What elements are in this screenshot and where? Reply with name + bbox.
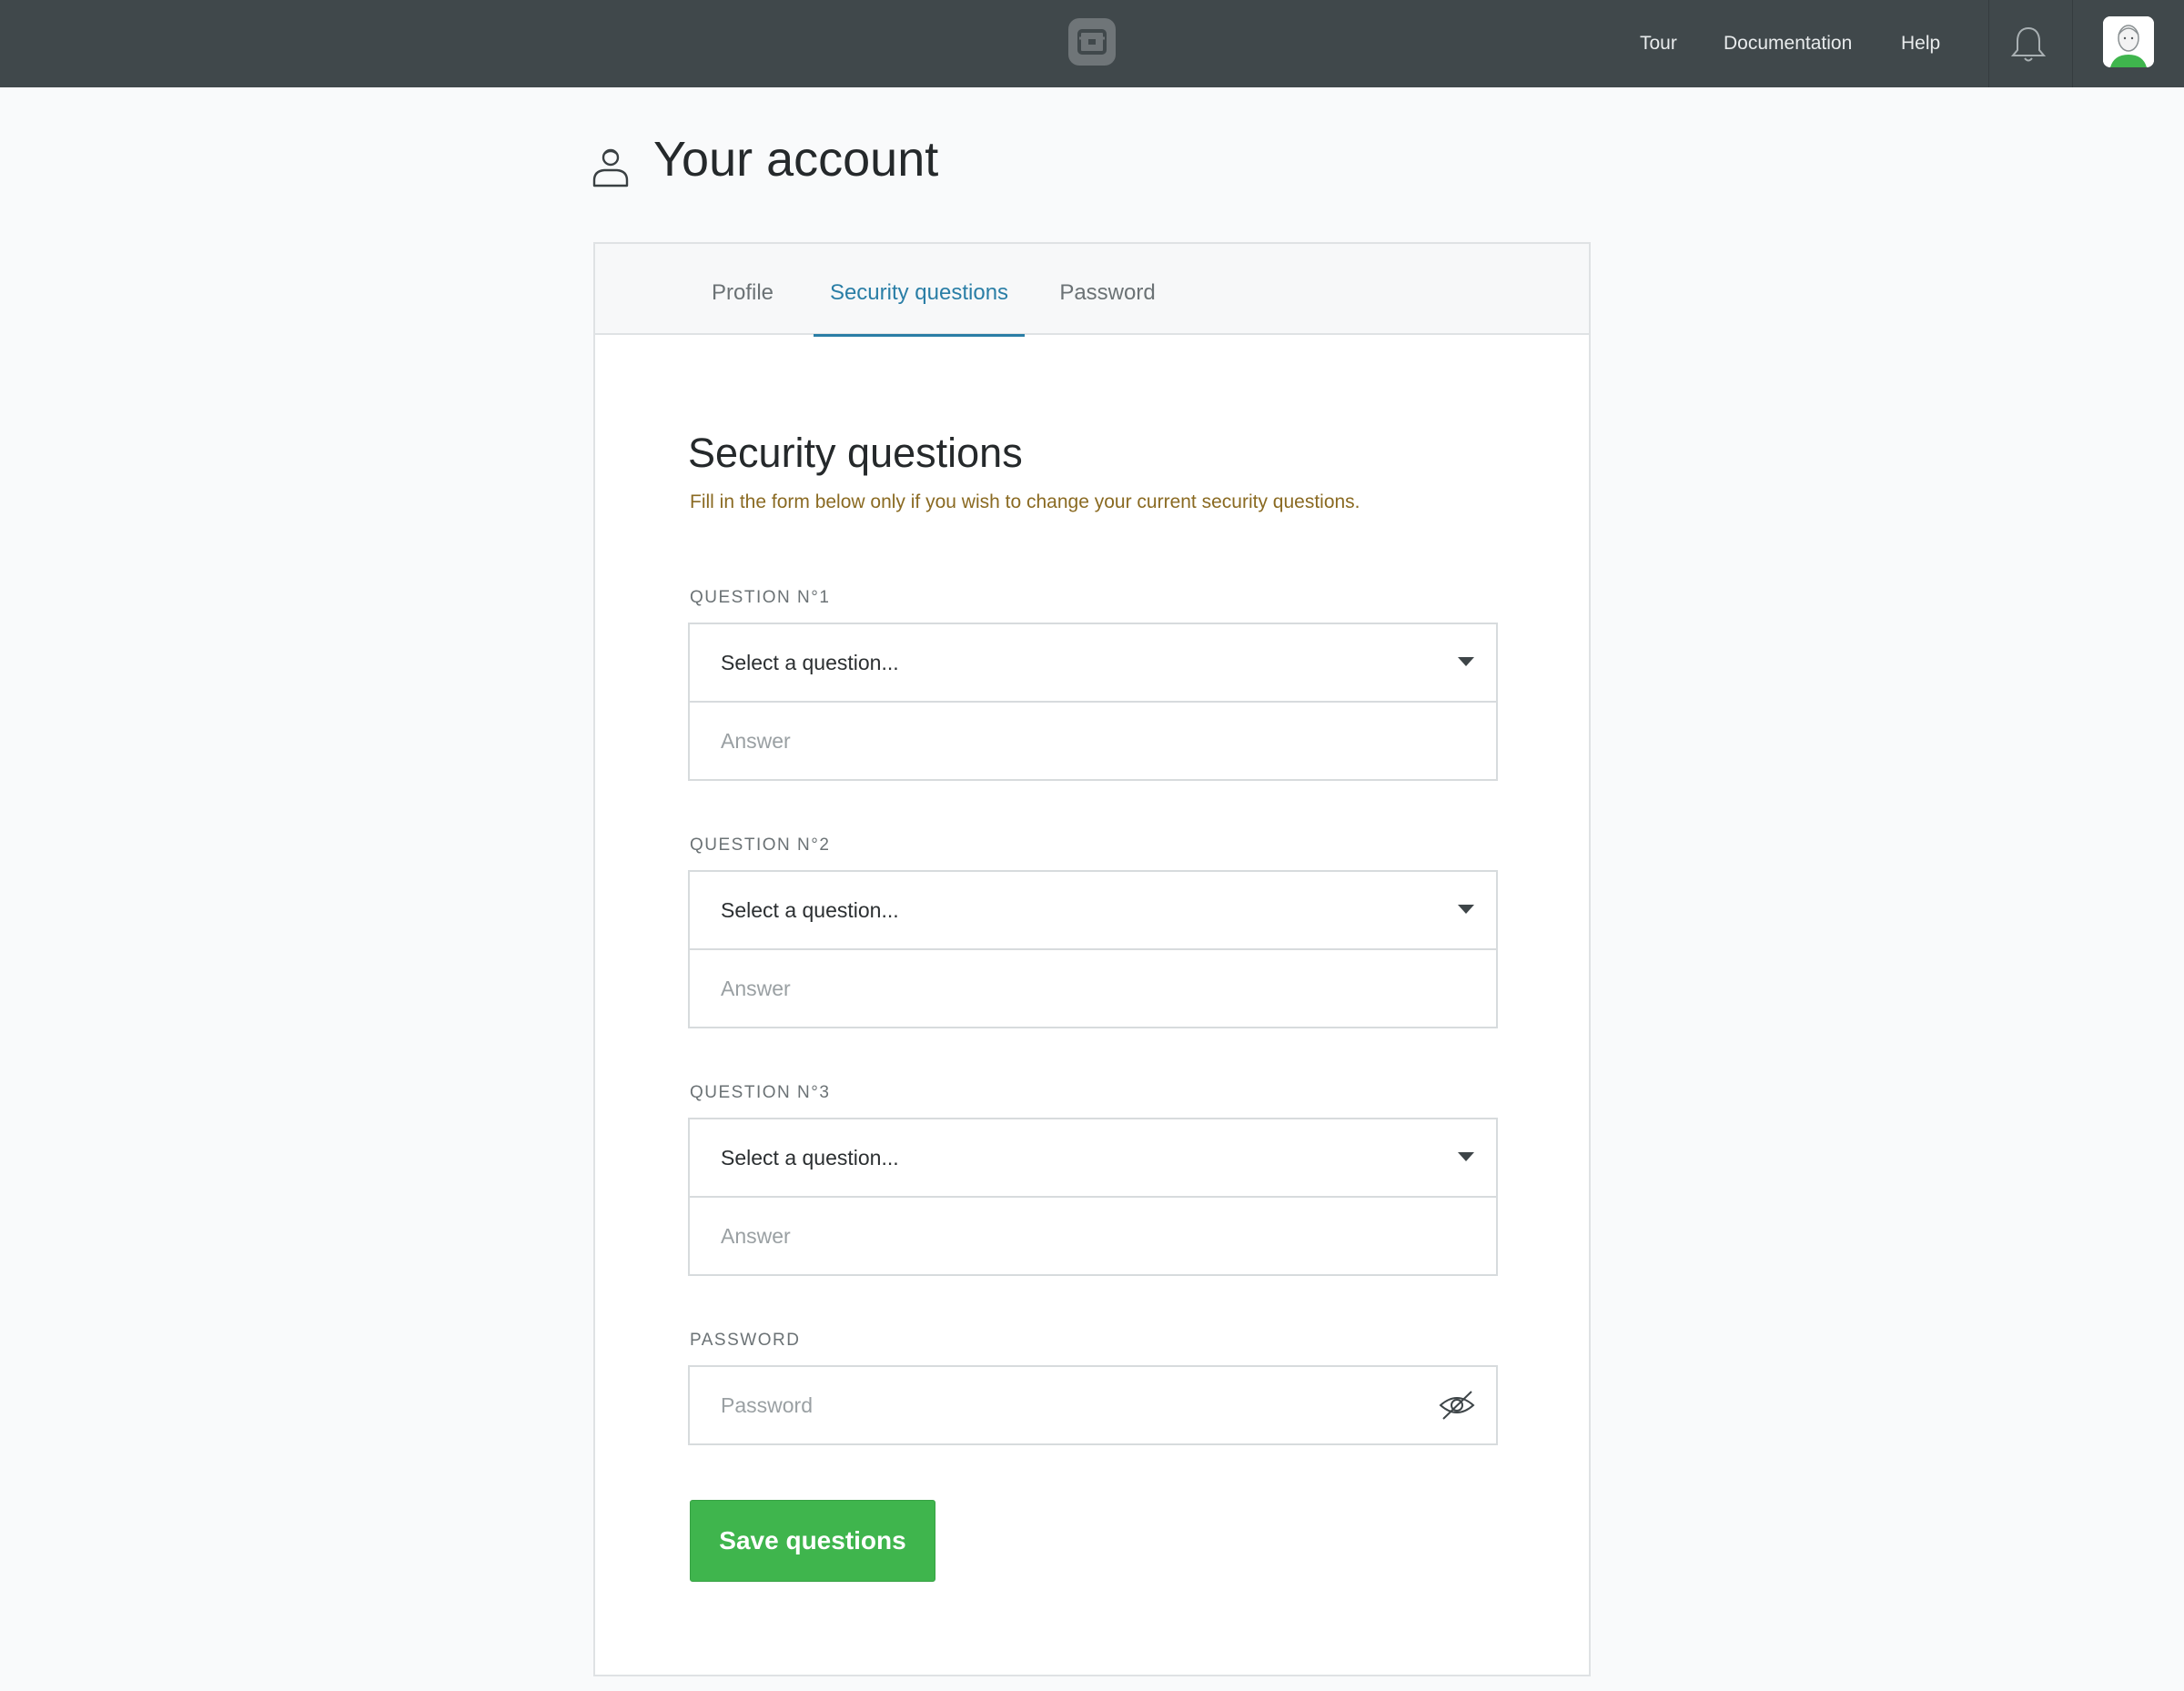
question-1-label: QUESTION N°1 (690, 588, 831, 607)
chevron-down-icon (1458, 657, 1474, 666)
question-1-select-value: Select a question... (721, 651, 899, 674)
password-input[interactable] (690, 1367, 1496, 1443)
chevron-down-icon (1458, 1152, 1474, 1161)
account-card: Profile Security questions Password Secu… (593, 242, 1591, 1676)
question-2-select[interactable]: Select a question... (688, 870, 1498, 950)
question-3-answer-input[interactable] (690, 1198, 1496, 1274)
question-1-select[interactable]: Select a question... (688, 623, 1498, 703)
nav-divider (2072, 0, 2073, 87)
password-field (688, 1365, 1498, 1445)
chevron-down-icon (1458, 905, 1474, 914)
question-2-label: QUESTION N°2 (690, 835, 831, 855)
section-subtitle: Fill in the form below only if you wish … (690, 491, 1360, 512)
question-2-answer-input[interactable] (690, 950, 1496, 1027)
nav-link-documentation[interactable]: Documentation (1724, 0, 1852, 87)
user-icon (592, 146, 630, 187)
save-questions-button[interactable]: Save questions (690, 1500, 935, 1582)
question-3-select-value: Select a question... (721, 1146, 899, 1170)
app-logo-icon[interactable] (1068, 18, 1116, 66)
nav-link-help[interactable]: Help (1901, 0, 1940, 87)
tab-security-questions[interactable]: Security questions (814, 244, 1025, 337)
password-label: PASSWORD (690, 1331, 801, 1350)
eye-slash-icon[interactable] (1438, 1389, 1476, 1422)
question-3-select[interactable]: Select a question... (688, 1118, 1498, 1198)
tab-bar: Profile Security questions Password (595, 244, 1589, 337)
bell-icon[interactable] (2007, 23, 2049, 65)
question-1-answer-input[interactable] (690, 703, 1496, 779)
section-title: Security questions (688, 430, 1023, 476)
question-2-answer-field (688, 948, 1498, 1028)
question-3-label: QUESTION N°3 (690, 1083, 831, 1102)
page-title: Your account (653, 132, 939, 187)
tab-profile[interactable]: Profile (703, 244, 783, 335)
avatar[interactable] (2103, 16, 2154, 67)
tab-password[interactable]: Password (1057, 244, 1158, 335)
nav-divider (1988, 0, 1989, 87)
question-1-answer-field (688, 701, 1498, 781)
nav-link-tour[interactable]: Tour (1640, 0, 1677, 87)
top-navigation-bar: Tour Documentation Help (0, 0, 2184, 87)
question-3-answer-field (688, 1196, 1498, 1276)
question-2-select-value: Select a question... (721, 898, 899, 922)
